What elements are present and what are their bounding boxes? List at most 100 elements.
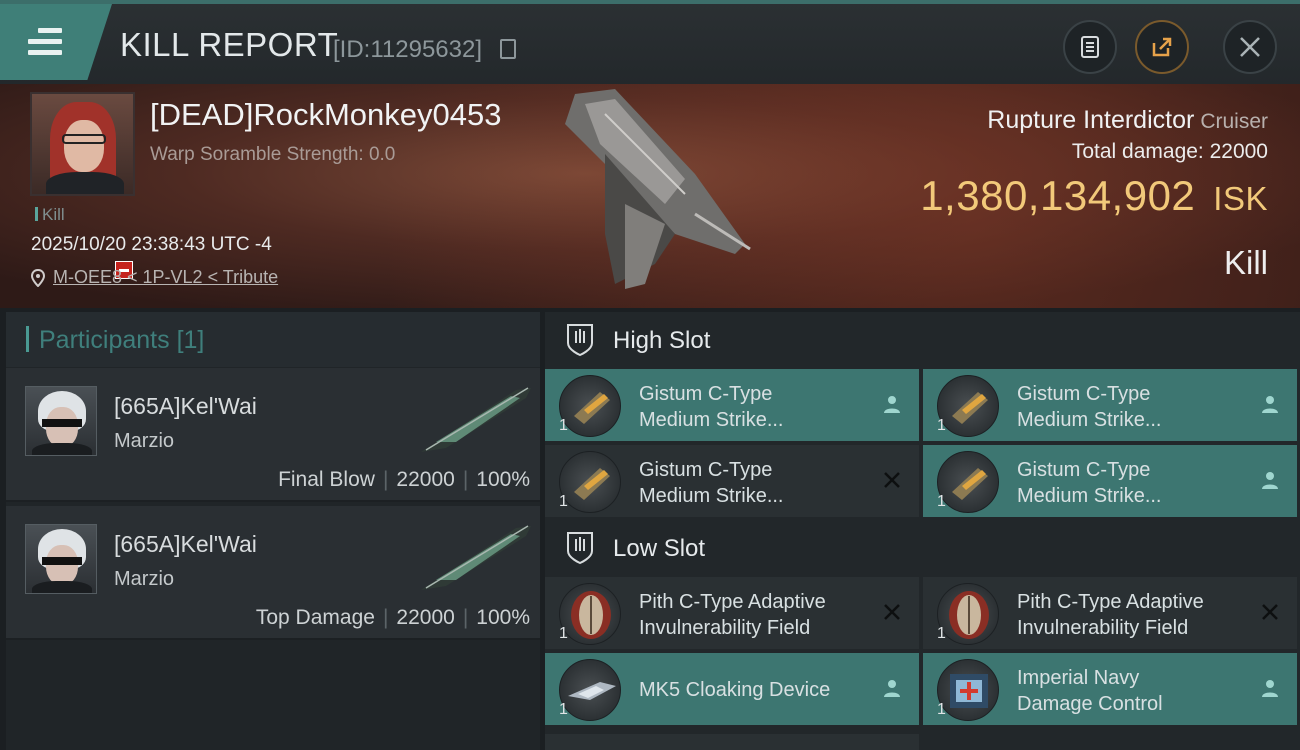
person-icon [881, 677, 903, 699]
module-name-line1: Gistum C-Type [639, 459, 773, 481]
module-name-line2: Medium Strike... [639, 409, 784, 431]
module-slot-partial[interactable] [545, 734, 919, 750]
module-slot[interactable]: 1 Gistum C-Type Medium Strike... [923, 369, 1297, 441]
turret-icon [559, 451, 621, 513]
module-name-line1: Gistum C-Type [1017, 459, 1151, 481]
participant-ship-icon [421, 387, 531, 452]
location-pin-icon [31, 268, 45, 287]
ship-image [565, 89, 751, 289]
low-slot-header: Low Slot [545, 520, 1300, 576]
participant-damage: 22000 [396, 606, 455, 629]
menu-icon [28, 28, 62, 61]
participant-card[interactable]: [665A]Kel'Wai Marzio Final Blow | 22000 | 10… [6, 368, 540, 502]
share-button[interactable] [1135, 20, 1189, 74]
participant-percent: 100% [476, 468, 530, 491]
module-name-line2: Medium Strike... [1017, 485, 1162, 507]
module-name-line1: Gistum C-Type [1017, 383, 1151, 405]
participants-count: [1] [176, 326, 205, 354]
close-button[interactable] [1223, 20, 1277, 74]
module-slot[interactable]: 1 Pith C-Type Adaptive Invulnerability Fi… [545, 577, 919, 649]
person-icon [1259, 677, 1281, 699]
module-name: Gistum C-Type Medium Strike... [639, 457, 869, 509]
module-slot[interactable]: 1 Gistum C-Type Medium Strike... [545, 445, 919, 517]
participant-stats: Top Damage | 22000 | 100% [255, 606, 530, 629]
module-name: Gistum C-Type Medium Strike... [1017, 457, 1247, 509]
location-text: M-OEE8 < 1P-VL2 < Tribute [53, 267, 279, 287]
participants-panel: Participants [1] [665A]Kel'Wai Marzio Fi… [6, 312, 540, 750]
participant-role: Final Blow [278, 468, 375, 491]
share-icon [1152, 37, 1172, 57]
kill-tag: Kill [35, 205, 65, 225]
module-slot[interactable]: 1 Gistum C-Type Medium Strike... [923, 445, 1297, 517]
module-name-line2: Invulnerability Field [639, 617, 811, 639]
participant-role: Top Damage [255, 606, 375, 629]
module-quantity: 1 [559, 417, 568, 434]
turret-icon [937, 451, 999, 513]
ship-type: Rupture Interdictor [987, 106, 1195, 134]
close-icon [1240, 37, 1260, 57]
clipboard-icon [1081, 36, 1099, 58]
module-name: Pith C-Type Adaptive Invulnerability Fiel… [1017, 589, 1247, 641]
turret-icon [937, 375, 999, 437]
isk-unit: ISK [1213, 180, 1268, 217]
module-name-line1: Gistum C-Type [639, 383, 773, 405]
module-name-line2: Medium Strike... [639, 485, 784, 507]
high-slot-header: High Slot [545, 312, 1300, 368]
turret-icon [559, 375, 621, 437]
participant-stats: Final Blow | 22000 | 100% [278, 468, 530, 491]
menu-button[interactable] [0, 4, 112, 80]
participant-avatar [25, 524, 97, 594]
victim-avatar[interactable] [30, 92, 135, 196]
module-slot[interactable]: 1 MK5 Cloaking Device [545, 653, 919, 725]
copy-icon[interactable] [500, 39, 516, 59]
cloaking-device-icon [559, 659, 621, 721]
ship-name[interactable]: Rupture Interdictor Cruiser [987, 106, 1268, 135]
victim-name[interactable]: [DEAD]RockMonkey0453 [150, 97, 502, 133]
damage-control-icon [937, 659, 999, 721]
participant-damage: 22000 [396, 468, 455, 491]
shield-module-icon [937, 583, 999, 645]
destroyed-x-icon [881, 601, 903, 623]
person-icon [881, 393, 903, 415]
kill-tag-label: Kill [42, 205, 65, 224]
participant-percent: 100% [476, 606, 530, 629]
person-icon [1259, 469, 1281, 491]
module-name-line2: Invulnerability Field [1017, 617, 1189, 639]
warp-scramble-strength: Warp Soramble Strength: 0.0 [150, 144, 396, 165]
clipboard-button[interactable] [1063, 20, 1117, 74]
participant-ship-icon [421, 525, 531, 590]
destroyed-x-icon [881, 469, 903, 491]
module-slot[interactable]: 1 Gistum C-Type Medium Strike... [545, 369, 919, 441]
page-title: KILL REPORT [120, 26, 339, 63]
fitting-panel: High Slot 1 Gistum C-Type Medium Strike..… [545, 312, 1300, 750]
victim-banner: [DEAD]RockMonkey0453 Warp Soramble Stren… [0, 84, 1300, 308]
participant-card[interactable]: [665A]Kel'Wai Marzio Top Damage | 22000 | 10… [6, 506, 540, 640]
module-name: MK5 Cloaking Device [639, 677, 869, 703]
person-icon [1259, 393, 1281, 415]
kill-location-link[interactable]: M-OEE8 < 1P-VL2 < Tribute [31, 267, 278, 288]
module-name: Gistum C-Type Medium Strike... [639, 381, 869, 433]
module-quantity: 1 [559, 701, 568, 718]
destroyed-x-icon [1259, 601, 1281, 623]
module-name-line2: Damage Control [1017, 693, 1163, 715]
kill-timestamp: 2025/10/20 23:38:43 UTC -4 [31, 234, 272, 255]
module-slot[interactable]: 1 Imperial Navy Damage Control [923, 653, 1297, 725]
module-quantity: 1 [559, 625, 568, 642]
module-quantity: 1 [937, 625, 946, 642]
module-name: Imperial Navy Damage Control [1017, 665, 1247, 717]
participants-header[interactable]: Participants [1] [6, 312, 540, 367]
module-slot[interactable]: 1 Pith C-Type Adaptive Invulnerability Fi… [923, 577, 1297, 649]
isk-value: 1,380,134,902 ISK [920, 172, 1268, 220]
ship-class: Cruiser [1200, 110, 1268, 133]
module-quantity: 1 [937, 701, 946, 718]
module-name-line2: Medium Strike... [1017, 409, 1162, 431]
participant-corp: Marzio [114, 430, 175, 452]
participant-name: [665A]Kel'Wai [114, 393, 257, 419]
module-name: Gistum C-Type Medium Strike... [1017, 381, 1247, 433]
low-slot-icon [567, 532, 593, 565]
high-slot-icon [567, 324, 593, 357]
module-name-line1: Pith C-Type Adaptive [639, 591, 826, 613]
low-slot-label: Low Slot [613, 535, 706, 562]
report-id: [ID:11295632] [333, 36, 483, 63]
high-slot-label: High Slot [613, 327, 711, 354]
